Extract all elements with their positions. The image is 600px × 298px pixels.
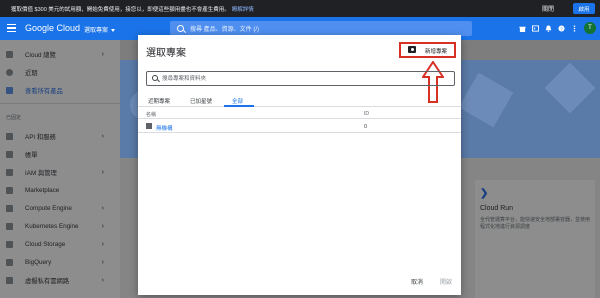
sidebar-item-kubernetes-engine[interactable]: Kubernetes Engine › xyxy=(0,218,120,235)
chevron-right-icon: › xyxy=(101,223,104,230)
table-row[interactable]: 無機構 0 xyxy=(138,120,461,133)
sidebar-item-cloud-overview[interactable]: Cloud 總覽 › xyxy=(0,46,120,63)
chevron-down-icon xyxy=(111,28,116,32)
sidebar-item-label: BigQuery xyxy=(25,259,52,266)
sidebar-item-bigquery[interactable]: BigQuery › xyxy=(0,254,120,271)
search-input[interactable]: 搜尋 產品、資源、文件 (/) xyxy=(170,21,472,36)
gift-icon[interactable] xyxy=(519,25,526,32)
column-id-header: ID xyxy=(364,111,369,117)
more-vert-icon[interactable] xyxy=(571,25,578,32)
row-id: 0 xyxy=(364,123,368,130)
help-icon[interactable]: ? xyxy=(558,25,565,32)
search-icon xyxy=(152,75,158,81)
active-tab-indicator xyxy=(224,105,254,107)
dashboard-icon xyxy=(6,51,13,58)
project-search-field[interactable] xyxy=(146,71,455,86)
bigquery-icon xyxy=(6,259,13,266)
sidebar-item-billing[interactable]: 帳單 xyxy=(0,146,120,163)
sidebar-item-iam[interactable]: IAM 與管理 › xyxy=(0,164,120,181)
organization-icon xyxy=(146,123,152,129)
select-project-dialog: 選取專案 新增專案 近期專案 已加星號 全部 名稱 ID 無機構 0 取消 開啟 xyxy=(138,35,461,295)
chevron-right-icon: › xyxy=(101,205,104,212)
project-search-input[interactable] xyxy=(162,74,442,84)
sidebar-item-label: Marketplace xyxy=(25,187,60,194)
row-name[interactable]: 無機構 xyxy=(156,124,173,132)
grid-icon xyxy=(6,87,13,94)
search-placeholder: 搜尋 產品、資源、文件 (/) xyxy=(190,27,259,33)
cancel-button[interactable]: 取消 xyxy=(411,277,423,286)
sidebar-item-compute-engine[interactable]: Compute Engine › xyxy=(0,200,120,217)
tab-all[interactable]: 全部 xyxy=(232,97,243,105)
sidebar-item-cloud-storage[interactable]: Cloud Storage › xyxy=(0,236,120,253)
storage-icon xyxy=(6,241,13,248)
chevron-right-icon: › xyxy=(101,169,104,176)
chevron-right-icon: › xyxy=(101,277,104,284)
notifications-icon[interactable] xyxy=(545,25,552,32)
cloud-shell-icon[interactable] xyxy=(532,25,539,32)
project-selector-label: 選取專案 xyxy=(84,28,109,34)
open-button[interactable]: 開啟 xyxy=(440,277,452,286)
search-icon xyxy=(177,24,184,32)
tab-starred[interactable]: 已加星號 xyxy=(190,97,212,105)
sidebar: Cloud 總覽 › 近期 查看所有產品 已固定 API 和服務 › 帳單 IA… xyxy=(0,40,120,298)
dialog-tabs: 近期專案 已加星號 全部 xyxy=(138,94,461,107)
promo-dismiss-button[interactable]: 關閉 xyxy=(542,4,554,13)
sidebar-item-label: Cloud 總覽 xyxy=(25,52,56,59)
sidebar-item-label: Kubernetes Engine xyxy=(25,223,79,230)
billing-icon xyxy=(6,151,13,158)
chevron-right-icon: › xyxy=(101,51,104,58)
highlight-box xyxy=(399,42,456,58)
sidebar-item-label: 近期 xyxy=(25,70,38,77)
sidebar-item-label: API 和服務 xyxy=(25,134,56,141)
promo-banner: 獲取價值 $300 美元的試用額，開始免費使用，接您以，即便這些額用盡也不會產生… xyxy=(0,0,600,17)
network-icon xyxy=(6,277,13,284)
sidebar-divider xyxy=(0,103,120,104)
card-title: Cloud Run xyxy=(480,205,514,212)
sidebar-item-label: IAM 與管理 xyxy=(25,170,57,177)
marketplace-icon xyxy=(6,187,13,194)
sidebar-item-label: 查看所有產品 xyxy=(25,88,63,95)
kubernetes-icon xyxy=(6,223,13,230)
sidebar-item-label: Cloud Storage xyxy=(25,241,66,248)
menu-icon[interactable] xyxy=(7,24,16,32)
sidebar-item-marketplace[interactable]: Marketplace xyxy=(0,182,120,199)
chevron-right-icon: › xyxy=(101,133,104,140)
table-header: 名稱 ID xyxy=(138,108,461,119)
sidebar-item-all-products[interactable]: 查看所有產品 xyxy=(0,82,120,99)
card-description: 全代管運算平台，能快速安全地部署容器，並使用程式化地進行資源調度 xyxy=(480,217,591,230)
avatar[interactable]: T xyxy=(584,22,596,34)
sidebar-item-recent[interactable]: 近期 xyxy=(0,64,120,81)
cloud-run-icon: ❯ xyxy=(480,188,489,199)
activate-button[interactable]: 啟用 xyxy=(573,3,595,14)
google-cloud-logo[interactable]: Google Cloud xyxy=(25,23,80,33)
clock-icon xyxy=(6,69,13,76)
shield-icon xyxy=(6,169,13,176)
sidebar-item-label: 帳單 xyxy=(25,152,38,159)
promo-learn-more-link[interactable]: 瞭解詳情 xyxy=(232,5,254,13)
sidebar-item-label: Compute Engine xyxy=(25,205,72,212)
cloud-run-card[interactable]: ❯ Cloud Run 全代管運算平台，能快速安全地部署容器，並使用程式化地進行… xyxy=(475,180,595,298)
project-selector[interactable]: 選取專案 xyxy=(84,25,116,34)
chevron-right-icon: › xyxy=(101,241,104,248)
compute-engine-icon xyxy=(6,205,13,212)
column-name-header: 名稱 xyxy=(146,112,157,118)
api-icon xyxy=(6,133,13,140)
sidebar-item-vpc-network[interactable]: 虛擬私有雲網路 › xyxy=(0,272,120,289)
sidebar-item-api[interactable]: API 和服務 › xyxy=(0,128,120,145)
chevron-right-icon: › xyxy=(101,259,104,266)
sidebar-item-label: 虛擬私有雲網路 xyxy=(25,278,70,285)
tab-recent-projects[interactable]: 近期專案 xyxy=(148,97,170,105)
promo-text: 獲取價值 $300 美元的試用額，開始免費使用，接您以，即便這些額用盡也不會產生… xyxy=(11,6,230,13)
sidebar-section-label: 已固定 xyxy=(6,115,22,121)
dialog-title: 選取專案 xyxy=(146,48,186,59)
